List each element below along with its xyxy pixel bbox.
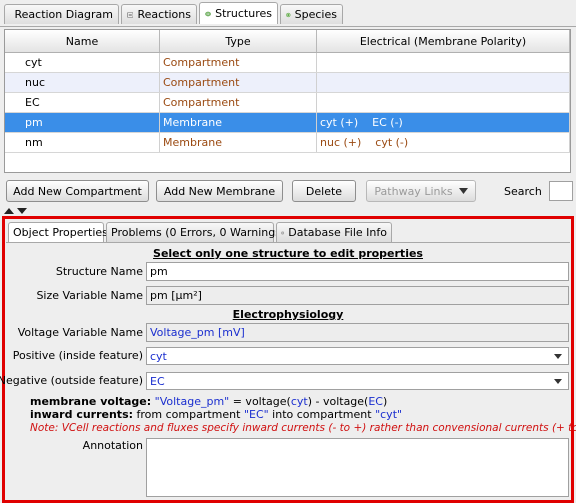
membrane-voltage-line: membrane voltage: "Voltage_pm" = voltage… — [30, 395, 387, 408]
table-row-selected[interactable]: pm Membrane cyt (+) EC (-) — [5, 113, 570, 133]
currents-note: Note: VCell reactions and fluxes specify… — [30, 422, 576, 434]
chevron-down-icon — [554, 354, 562, 359]
column-header-name[interactable]: Name — [5, 30, 160, 52]
tab-label: Object Properties — [13, 226, 108, 239]
cell-name: EC — [5, 93, 160, 112]
electrophysiology-title: Electrophysiology — [232, 308, 344, 321]
ic-compartment-2: "cyt" — [375, 408, 403, 421]
voltage-variable-field: Voltage_pm [mV] — [146, 323, 569, 342]
top-tab-bar: Reaction Diagram Reactions Structures Sp… — [0, 2, 576, 26]
cell-electrical: nuc (+) cyt (-) — [317, 133, 570, 152]
table-header: Name Type Electrical (Membrane Polarity) — [5, 30, 570, 53]
add-membrane-button[interactable]: Add New Membrane — [156, 180, 283, 202]
structure-name-field[interactable]: pm — [146, 262, 569, 281]
mv-mid: ) - voltage( — [307, 395, 369, 408]
positive-feature-select[interactable]: cyt — [146, 347, 569, 365]
reactions-icon — [127, 12, 134, 17]
mv-compartment-2: EC — [368, 395, 383, 408]
cell-type: Compartment — [160, 53, 317, 72]
search-label: Search — [504, 185, 542, 198]
structure-name-label: Structure Name — [55, 265, 143, 278]
positive-feature-value: cyt — [150, 349, 167, 363]
structures-icon — [205, 11, 211, 16]
negative-feature-value: EC — [150, 374, 165, 388]
inward-currents-label: inward currents: — [30, 408, 134, 421]
column-header-electrical[interactable]: Electrical (Membrane Polarity) — [317, 30, 570, 52]
table-row[interactable]: EC Compartment — [5, 93, 570, 113]
negative-feature-select[interactable]: EC — [146, 372, 569, 390]
table-row[interactable]: cyt Compartment — [5, 53, 570, 73]
column-header-type[interactable]: Type — [160, 30, 317, 52]
tab-structures[interactable]: Structures — [199, 2, 278, 24]
structures-table: Name Type Electrical (Membrane Polarity)… — [4, 29, 571, 173]
mv-end: ) — [383, 395, 388, 408]
annotation-label: Annotation — [82, 439, 143, 452]
cell-electrical: cyt (+) EC (-) — [317, 113, 570, 132]
tab-divider — [0, 26, 576, 27]
tab-problems[interactable]: Problems (0 Errors, 0 Warnings) — [106, 222, 285, 242]
tab-label: Species — [294, 8, 337, 21]
annotation-field[interactable] — [146, 438, 569, 497]
tab-label: Problems (0 Errors, 0 Warnings) — [111, 226, 286, 239]
ic-into: into compartment — [268, 408, 376, 421]
cell-electrical — [317, 73, 570, 92]
delete-button[interactable]: Delete — [292, 180, 356, 202]
tab-reaction-diagram[interactable]: Reaction Diagram — [4, 4, 119, 24]
membrane-voltage-label: membrane voltage: — [30, 395, 152, 408]
search-input[interactable] — [549, 181, 573, 201]
cell-name: nm — [5, 133, 160, 152]
inward-currents-line: inward currents: from compartment "EC" i… — [30, 408, 402, 421]
table-row[interactable]: nuc Compartment — [5, 73, 570, 93]
size-variable-field: pm [µm²] — [146, 286, 569, 305]
ic-from: from compartment — [133, 408, 244, 421]
splitter-handle[interactable] — [0, 206, 576, 216]
tab-label: Reactions — [137, 8, 191, 21]
object-properties-region: Object Properties Problems (0 Errors, 0 … — [0, 216, 576, 503]
close-icon[interactable] — [281, 227, 285, 239]
tab-database-file-info[interactable]: Database File Info — [276, 222, 392, 242]
pathway-links-button[interactable]: Pathway Links — [366, 180, 476, 202]
voltage-variable-label: Voltage Variable Name — [17, 326, 143, 339]
mv-eq: = voltage( — [229, 395, 291, 408]
tab-label: Reaction Diagram — [14, 8, 113, 21]
cell-type: Compartment — [160, 73, 317, 92]
ic-compartment-1: "EC" — [243, 408, 269, 421]
tab-label: Database File Info — [288, 226, 387, 239]
positive-feature-label: Positive (inside feature) — [12, 349, 143, 362]
cell-name: nuc — [5, 73, 160, 92]
structure-toolbar: Add New Compartment Add New Membrane Del… — [0, 180, 576, 204]
properties-header: Select only one structure to edit proper… — [153, 247, 423, 260]
size-variable-label: Size Variable Name — [36, 289, 143, 302]
table-row[interactable]: nm Membrane nuc (+) cyt (-) — [5, 133, 570, 153]
negative-feature-label: Negative (outside feature) — [0, 374, 143, 387]
tab-object-properties[interactable]: Object Properties — [8, 222, 108, 242]
properties-panel: Select only one structure to edit proper… — [0, 242, 576, 501]
add-compartment-button[interactable]: Add New Compartment — [6, 180, 149, 202]
tab-reactions[interactable]: Reactions — [121, 4, 197, 24]
species-icon — [286, 12, 291, 17]
tab-species[interactable]: Species — [280, 4, 343, 24]
mv-compartment-1: cyt — [290, 395, 308, 408]
cell-electrical — [317, 53, 570, 72]
cell-type: Compartment — [160, 93, 317, 112]
cell-type: Membrane — [160, 113, 317, 132]
bottom-tab-bar: Object Properties Problems (0 Errors, 0 … — [8, 222, 568, 242]
tab-label: Structures — [215, 7, 272, 20]
chevron-down-icon — [554, 379, 562, 384]
mv-variable: "Voltage_pm" — [154, 395, 230, 408]
pathway-links-label: Pathway Links — [374, 184, 453, 198]
cell-type: Membrane — [160, 133, 317, 152]
dropdown-arrow-icon — [458, 188, 468, 194]
cell-name: pm — [5, 113, 160, 132]
cell-name: cyt — [5, 53, 160, 72]
cell-electrical — [317, 93, 570, 112]
splitter-arrows-icon[interactable] — [4, 207, 28, 215]
